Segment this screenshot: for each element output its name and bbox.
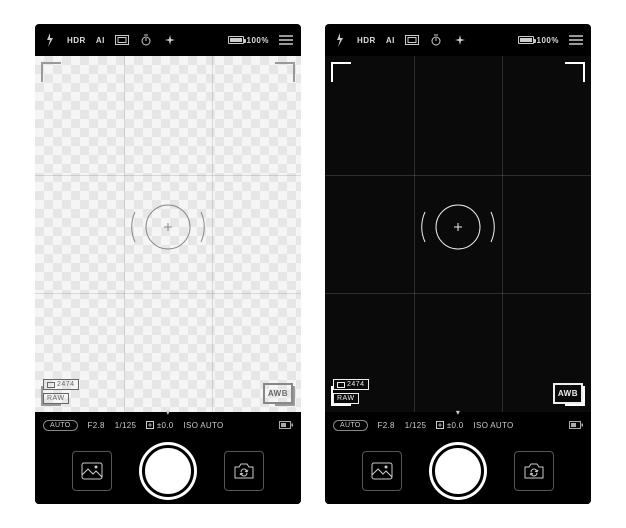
camera-ui-dark-variant: HDR AI 100% <box>325 24 591 504</box>
shutter-speed-value[interactable]: 1/125 <box>115 421 137 430</box>
flash-icon[interactable] <box>333 33 347 47</box>
menu-icon[interactable] <box>279 33 293 47</box>
exposure-settings-bar: ▾ AUTO F2.8 1/125 ±0.0 ISO AUTO <box>325 412 591 438</box>
frame-corner-icon <box>565 62 585 82</box>
mode-indicator-tick-icon: ▾ <box>456 408 460 417</box>
aperture-value[interactable]: F2.8 <box>378 421 395 430</box>
bottom-controls <box>325 438 591 504</box>
frame-corner-icon <box>331 62 351 82</box>
viewfinder[interactable]: 2474 RAW AWB <box>325 56 591 412</box>
awb-badge[interactable]: AWB <box>553 383 583 404</box>
timer-icon[interactable] <box>429 33 443 47</box>
photo-count-badge: 2474 <box>333 379 369 390</box>
awb-badge[interactable]: AWB <box>263 383 293 404</box>
switch-camera-button[interactable] <box>514 451 554 491</box>
viewfinder[interactable]: 2474 RAW AWB <box>35 56 301 412</box>
gallery-button[interactable] <box>362 451 402 491</box>
ai-toggle[interactable]: AI <box>96 36 105 45</box>
aspect-ratio-icon[interactable] <box>405 33 419 47</box>
focus-reticle-icon <box>123 182 213 272</box>
capture-info: 2474 RAW <box>43 379 79 404</box>
shutter-speed-value[interactable]: 1/125 <box>405 421 427 430</box>
battery-indicator: 100% <box>228 36 269 45</box>
mode-pill[interactable]: AUTO <box>333 420 368 431</box>
raw-badge: RAW <box>43 393 69 404</box>
effects-icon[interactable] <box>163 33 177 47</box>
hdr-toggle[interactable]: HDR <box>357 36 376 45</box>
ai-toggle[interactable]: AI <box>386 36 395 45</box>
aperture-value[interactable]: F2.8 <box>88 421 105 430</box>
capture-info: 2474 RAW <box>333 379 369 404</box>
storage-icon <box>569 421 583 429</box>
storage-icon <box>279 421 293 429</box>
top-toolbar: HDR AI 100% <box>325 24 591 56</box>
battery-percent: 100% <box>247 36 269 45</box>
focus-reticle-icon <box>413 182 503 272</box>
aspect-ratio-icon[interactable] <box>115 33 129 47</box>
flash-icon[interactable] <box>43 33 57 47</box>
mode-pill[interactable]: AUTO <box>43 420 78 431</box>
iso-value[interactable]: ISO AUTO <box>184 421 224 430</box>
camera-ui-light-variant: HDR AI 100% <box>35 24 301 504</box>
battery-percent: 100% <box>537 36 559 45</box>
top-toolbar: HDR AI 100% <box>35 24 301 56</box>
frame-corner-icon <box>275 62 295 82</box>
switch-camera-button[interactable] <box>224 451 264 491</box>
frame-corner-icon <box>41 62 61 82</box>
battery-indicator: 100% <box>518 36 559 45</box>
iso-value[interactable]: ISO AUTO <box>474 421 514 430</box>
mode-indicator-tick-icon: ▾ <box>166 408 170 417</box>
shutter-button[interactable] <box>432 445 484 497</box>
ev-value[interactable]: ±0.0 <box>436 421 463 430</box>
ev-value[interactable]: ±0.0 <box>146 421 173 430</box>
effects-icon[interactable] <box>453 33 467 47</box>
menu-icon[interactable] <box>569 33 583 47</box>
timer-icon[interactable] <box>139 33 153 47</box>
gallery-button[interactable] <box>72 451 112 491</box>
shutter-button[interactable] <box>142 445 194 497</box>
exposure-settings-bar: ▾ AUTO F2.8 1/125 ±0.0 ISO AUTO <box>35 412 301 438</box>
hdr-toggle[interactable]: HDR <box>67 36 86 45</box>
bottom-controls <box>35 438 301 504</box>
photo-count-badge: 2474 <box>43 379 79 390</box>
raw-badge: RAW <box>333 393 359 404</box>
